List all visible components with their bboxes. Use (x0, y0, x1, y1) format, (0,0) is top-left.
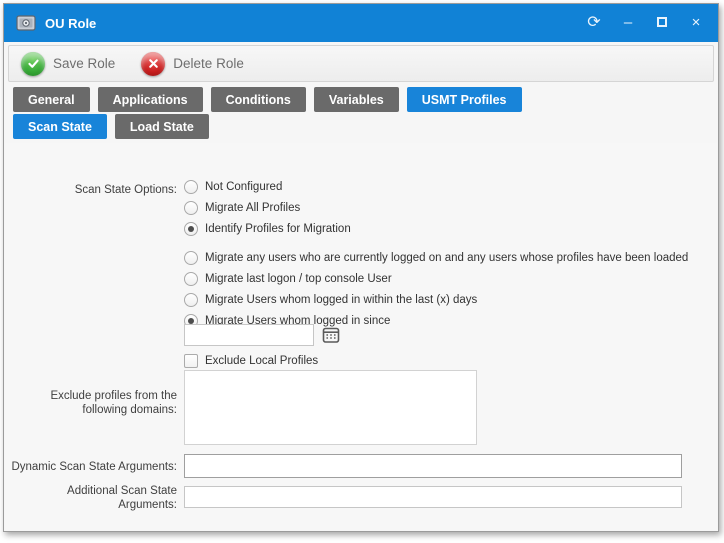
tab-applications[interactable]: Applications (98, 87, 203, 112)
exclude-domains-label: Exclude profiles from the following doma… (31, 389, 177, 417)
ou-role-dialog: OU Role ⟳ – × Save Role Delete Role (3, 3, 719, 532)
radio-label: Identify Profiles for Migration (205, 223, 351, 235)
delete-role-label: Delete Role (173, 56, 244, 71)
radio-migrate-last-x-days[interactable]: Migrate Users whom logged in within the … (184, 292, 688, 307)
additional-scan-args-input[interactable] (184, 486, 682, 508)
exclude-local-profiles-label: Exclude Local Profiles (205, 355, 318, 367)
save-role-label: Save Role (53, 56, 115, 71)
window-title: OU Role (45, 16, 96, 31)
scan-state-panel: Scan State Options: Not Configured Migra… (5, 143, 717, 530)
save-role-button[interactable]: Save Role (21, 52, 115, 76)
maximize-box (657, 17, 667, 27)
subtab-load-state[interactable]: Load State (115, 114, 209, 139)
dynamic-scan-args-label: Dynamic Scan State Arguments: (5, 460, 177, 474)
radio-identify-profiles[interactable]: Identify Profiles for Migration (184, 221, 351, 236)
radio-icon (184, 251, 198, 265)
subtab-scan-state[interactable]: Scan State (13, 114, 107, 139)
exclude-domains-textarea[interactable] (184, 370, 477, 445)
calendar-picker-button[interactable] (321, 325, 341, 345)
radio-not-configured[interactable]: Not Configured (184, 179, 351, 194)
radio-label: Migrate Users whom logged in within the … (205, 294, 477, 306)
delete-x-icon (141, 52, 165, 76)
toolbar: Save Role Delete Role (8, 45, 714, 82)
usmt-subtabs: Scan State Load State (13, 114, 209, 139)
calendar-icon (322, 326, 340, 344)
radio-icon (184, 222, 198, 236)
radio-label: Migrate any users who are currently logg… (205, 252, 688, 264)
tab-variables[interactable]: Variables (314, 87, 399, 112)
screen: OU Role ⟳ – × Save Role Delete Role (0, 0, 724, 543)
save-check-icon (21, 52, 45, 76)
scan-state-options-label: Scan State Options: (5, 183, 177, 197)
window-controls: ⟳ – × (584, 13, 706, 33)
profile-selection-group: Migrate any users who are currently logg… (184, 250, 688, 328)
radio-label: Migrate last logon / top console User (205, 273, 392, 285)
dynamic-scan-args-input[interactable] (184, 454, 682, 478)
checkbox-icon (184, 354, 198, 368)
radio-icon (184, 180, 198, 194)
minimize-icon[interactable]: – (618, 13, 638, 33)
delete-role-button[interactable]: Delete Role (141, 52, 244, 76)
radio-migrate-last-logon[interactable]: Migrate last logon / top console User (184, 271, 688, 286)
close-icon[interactable]: × (686, 13, 706, 33)
exclude-local-profiles-row[interactable]: Exclude Local Profiles (184, 353, 318, 368)
radio-migrate-all-profiles[interactable]: Migrate All Profiles (184, 200, 351, 215)
refresh-icon[interactable]: ⟳ (584, 13, 604, 33)
since-date-input[interactable] (184, 324, 314, 346)
radio-migrate-logged-on-users[interactable]: Migrate any users who are currently logg… (184, 250, 688, 265)
main-tabs: General Applications Conditions Variable… (13, 87, 522, 112)
radio-icon (184, 272, 198, 286)
additional-scan-args-label: Additional Scan State Arguments: (37, 484, 177, 512)
titlebar[interactable]: OU Role ⟳ – × (4, 4, 718, 42)
since-date-row (184, 324, 341, 346)
maximize-icon[interactable] (652, 13, 672, 33)
radio-icon (184, 201, 198, 215)
scan-state-options-group: Not Configured Migrate All Profiles Iden… (184, 179, 351, 236)
ou-role-app-icon (16, 13, 36, 33)
radio-label: Migrate All Profiles (205, 202, 300, 214)
tab-usmt-profiles[interactable]: USMT Profiles (407, 87, 522, 112)
tab-general[interactable]: General (13, 87, 90, 112)
radio-icon (184, 293, 198, 307)
radio-label: Not Configured (205, 181, 282, 193)
tab-conditions[interactable]: Conditions (211, 87, 306, 112)
